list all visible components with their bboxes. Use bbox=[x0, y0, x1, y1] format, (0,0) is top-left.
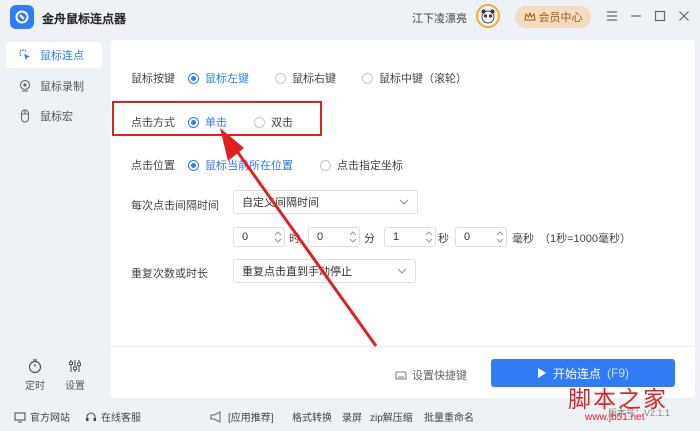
annotation-highlight-box bbox=[112, 101, 322, 136]
click-position-label: 点击位置 bbox=[131, 160, 175, 172]
milliseconds-unit: 毫秒 bbox=[512, 233, 534, 245]
cursor-click-icon bbox=[19, 49, 30, 61]
minimize-icon[interactable] bbox=[628, 8, 644, 24]
megaphone-icon bbox=[210, 410, 221, 423]
main-panel: 鼠标按键 鼠标左键 鼠标右键 鼠标中键（滚轮） 点击方式 单击 双击 点击位置 … bbox=[111, 40, 695, 398]
mouse-icon bbox=[20, 109, 30, 123]
sidebar-item-click[interactable]: 鼠标连点 bbox=[6, 42, 102, 68]
radio-left-button[interactable]: 鼠标左键 bbox=[188, 70, 249, 86]
radio-middle-button[interactable]: 鼠标中键（滚轮） bbox=[362, 70, 467, 86]
hours-input[interactable]: 0 bbox=[233, 227, 285, 247]
timer-button[interactable]: 定时 bbox=[15, 358, 55, 392]
crown-icon bbox=[523, 11, 536, 21]
settings-label: 设置 bbox=[65, 381, 85, 392]
settings-button[interactable]: 设置 bbox=[55, 358, 95, 392]
set-shortcut-button[interactable]: 设置快捷键 bbox=[395, 367, 467, 383]
sidebar-item-label: 鼠标连点 bbox=[40, 50, 84, 62]
stepper-icon[interactable] bbox=[349, 229, 357, 245]
sidebar: 鼠标连点 鼠标录制 鼠标宏 bbox=[0, 36, 110, 400]
member-center-button[interactable]: 会员中心 bbox=[515, 6, 591, 28]
sliders-icon bbox=[69, 360, 81, 372]
link-format-convert[interactable]: 格式转换 bbox=[292, 409, 332, 424]
username[interactable]: 江下凌漂亮 bbox=[412, 10, 467, 26]
watermark-text: 脚本之家 bbox=[568, 387, 668, 413]
milliseconds-input[interactable]: 0 bbox=[455, 227, 507, 247]
keyboard-icon bbox=[395, 371, 407, 380]
watermark-url: www.jb51.net bbox=[585, 412, 645, 423]
headset-icon bbox=[86, 412, 96, 421]
member-center-label: 会员中心 bbox=[538, 12, 583, 24]
app-logo-icon bbox=[10, 5, 34, 29]
sidebar-item-macro[interactable]: 鼠标宏 bbox=[6, 103, 102, 129]
online-service-link[interactable]: 在线客服 bbox=[85, 409, 141, 424]
stepper-icon[interactable] bbox=[425, 229, 433, 245]
monitor-icon bbox=[14, 412, 26, 422]
chevron-down-icon bbox=[399, 199, 409, 205]
link-batch-rename[interactable]: 批量重命名 bbox=[424, 409, 474, 424]
maximize-icon[interactable] bbox=[652, 8, 668, 24]
play-icon bbox=[537, 368, 546, 378]
mouse-button-label: 鼠标按键 bbox=[131, 73, 175, 85]
seconds-unit: 秒 bbox=[438, 233, 449, 245]
repeat-select[interactable]: 重复点击直到手动停止 bbox=[233, 259, 416, 283]
stepper-icon[interactable] bbox=[274, 229, 282, 245]
minutes-input[interactable]: 0 bbox=[308, 227, 360, 247]
radio-specified-coords[interactable]: 点击指定坐标 bbox=[320, 157, 403, 173]
interval-select[interactable]: 自定义间隔时间 bbox=[233, 190, 418, 214]
radio-current-position[interactable]: 鼠标当前所在位置 bbox=[188, 157, 293, 173]
link-screen-record[interactable]: 录屏 bbox=[342, 409, 362, 424]
timer-icon bbox=[28, 359, 42, 374]
record-pin-icon bbox=[19, 79, 31, 92]
menu-icon[interactable] bbox=[604, 8, 620, 24]
sidebar-item-record[interactable]: 鼠标录制 bbox=[6, 73, 102, 99]
divider bbox=[111, 346, 695, 347]
official-website-link[interactable]: 官方网站 bbox=[14, 409, 70, 424]
stepper-icon[interactable] bbox=[496, 229, 504, 245]
close-icon[interactable] bbox=[676, 8, 692, 24]
sidebar-item-label: 鼠标宏 bbox=[40, 111, 73, 123]
radio-right-button[interactable]: 鼠标右键 bbox=[275, 70, 336, 86]
sidebar-item-label: 鼠标录制 bbox=[40, 81, 84, 93]
timer-label: 定时 bbox=[25, 381, 45, 392]
avatar[interactable] bbox=[476, 4, 500, 28]
chevron-down-icon bbox=[397, 268, 407, 274]
link-zip[interactable]: zip解压缩 bbox=[370, 409, 413, 424]
ms-note: （1秒=1000毫秒） bbox=[539, 233, 632, 245]
app-title: 金舟鼠标连点器 bbox=[42, 12, 127, 26]
interval-label: 每次点击间隔时间 bbox=[131, 200, 219, 212]
app-recommend: [应用推荐] bbox=[210, 409, 274, 424]
title-bar: 金舟鼠标连点器 江下凌漂亮 会员中心 bbox=[0, 0, 700, 34]
minutes-unit: 分 bbox=[364, 233, 375, 245]
hours-unit: 时 bbox=[289, 233, 300, 245]
repeat-label: 重复次数或时长 bbox=[131, 268, 208, 280]
seconds-input[interactable]: 1 bbox=[384, 227, 436, 247]
